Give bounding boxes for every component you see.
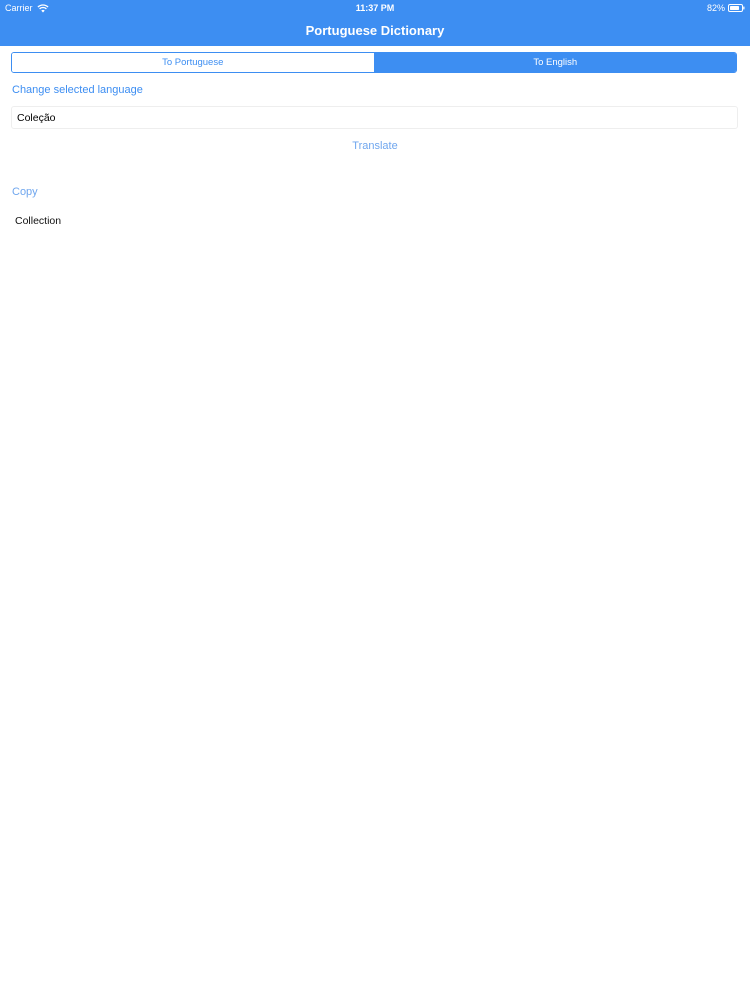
battery-percent: 82% [706, 3, 725, 13]
copy-button[interactable]: Copy [12, 186, 38, 198]
battery-fill [730, 6, 740, 10]
status-right: 82% [707, 3, 745, 13]
change-language-button[interactable]: Change selected language [12, 84, 143, 96]
segment-to-portuguese[interactable]: To Portuguese [12, 53, 375, 72]
page-title: Portuguese Dictionary [305, 23, 445, 38]
language-segmented-control: To Portuguese To English [11, 52, 737, 73]
word-input-container [11, 106, 738, 129]
header: Carrier 11:37 PM 82% Portuguese Dictiona… [0, 0, 750, 46]
word-input[interactable] [12, 107, 737, 128]
translation-result: Collection [15, 215, 62, 227]
status-time: 11:37 PM [355, 3, 395, 13]
app: Carrier 11:37 PM 82% Portuguese Dictiona… [0, 0, 750, 1000]
translate-button[interactable]: Translate [0, 140, 750, 152]
status-bar: Carrier 11:37 PM 82% [0, 0, 750, 16]
segment-to-english[interactable]: To English [374, 53, 736, 72]
battery-icon [728, 4, 745, 12]
